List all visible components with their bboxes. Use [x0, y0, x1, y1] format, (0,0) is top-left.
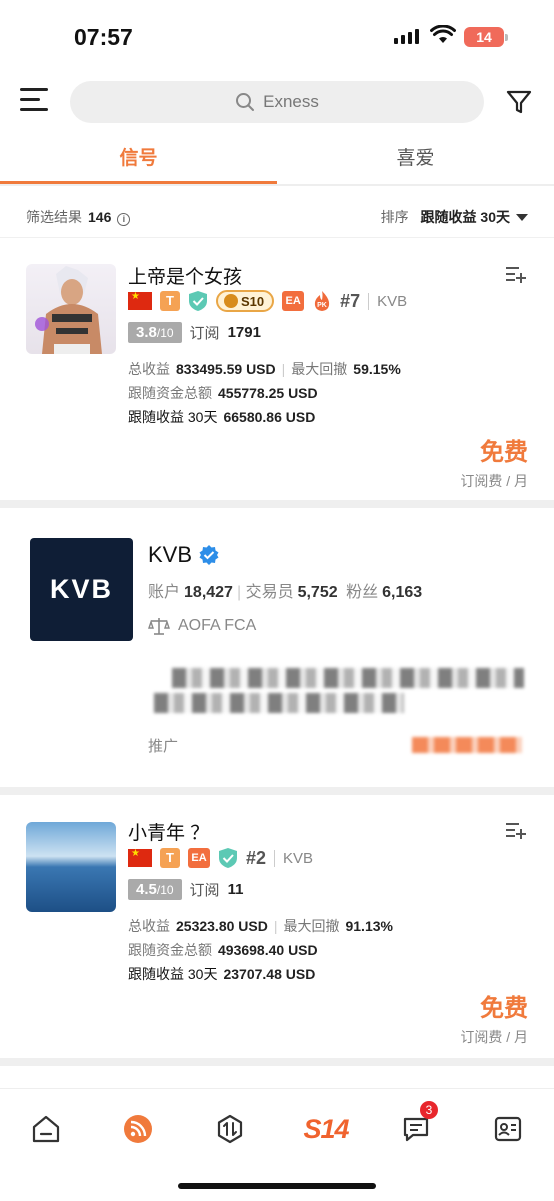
- filter-icon[interactable]: [505, 88, 533, 116]
- stats-block: 总收益 25323.80 USD | 最大回撤 91.13% 跟随资金总额 493698.…: [128, 918, 393, 982]
- level-badge: S10: [216, 290, 275, 312]
- verified-badge-icon: [199, 545, 219, 565]
- verified-shield-icon: [219, 848, 237, 868]
- info-icon[interactable]: i: [117, 212, 131, 226]
- status-time: 07:57: [74, 24, 133, 50]
- scale-icon: [148, 618, 170, 635]
- nav-home[interactable]: [26, 1111, 66, 1147]
- section-divider: [0, 787, 554, 795]
- search-icon: [236, 93, 255, 111]
- kvb-logo: KVB: [30, 538, 133, 641]
- ea-badge: EA: [282, 291, 305, 311]
- broker-label: KVB: [274, 849, 313, 867]
- tab-bar: 信号 喜爱: [0, 138, 554, 186]
- blurred-content: [172, 668, 524, 688]
- gem-icon: [224, 294, 238, 308]
- battery-indicator: 14: [464, 27, 508, 47]
- result-count: 筛选结果 146 i: [26, 207, 131, 227]
- promo-name: KVB: [148, 542, 220, 568]
- rating-row: 4.5/10 订阅 11: [128, 879, 243, 900]
- brand-logo: S14: [303, 1113, 349, 1144]
- rating-badge: 3.8/10: [128, 322, 182, 343]
- search-placeholder: Exness: [263, 92, 319, 111]
- price-value: 免费: [480, 995, 528, 1022]
- ea-badge: EA: [188, 848, 210, 868]
- broker-label: KVB: [368, 292, 407, 310]
- verified-shield-icon: [189, 291, 207, 311]
- section-divider: [0, 500, 554, 508]
- promo-stats: 账户 18,427 | 交易员 5,752 粉丝 6,163: [148, 584, 423, 601]
- trader-name[interactable]: 上帝是个女孩: [128, 262, 242, 289]
- character-portrait: [35, 266, 102, 354]
- rating-badge: 4.5/10: [128, 879, 182, 900]
- nav-brand[interactable]: S14: [296, 1111, 356, 1147]
- nav-trade[interactable]: [210, 1111, 250, 1147]
- price-block: 免费 订阅费 / 月: [460, 988, 528, 1047]
- nav-profile[interactable]: [488, 1111, 528, 1147]
- price-unit: 订阅费 / 月: [460, 473, 528, 489]
- trader-badge: T: [160, 848, 180, 868]
- avatar: [26, 264, 116, 354]
- blurred-link[interactable]: [412, 737, 522, 753]
- rank-label: #2: [246, 847, 267, 868]
- profile-card-icon: [494, 1116, 522, 1142]
- svg-text:PK: PK: [317, 302, 327, 309]
- badge-row: T S10 EA PK #7 KVB: [128, 290, 407, 312]
- sort-selector[interactable]: 排序 跟随收益 30天: [381, 207, 528, 227]
- search-bar[interactable]: Exness: [70, 81, 484, 123]
- china-flag-icon: [128, 848, 152, 867]
- trader-name[interactable]: 小青年 ？: [128, 818, 209, 845]
- add-to-list-icon[interactable]: [505, 820, 527, 840]
- tab-favorites[interactable]: 喜爱: [277, 138, 554, 184]
- stats-block: 总收益 833495.59 USD | 最大回撤 59.15% 跟随资金总额 455778…: [128, 361, 401, 425]
- tab-signals[interactable]: 信号: [0, 138, 277, 184]
- home-icon: [32, 1115, 60, 1143]
- promo-label: 推广: [148, 738, 179, 755]
- trader-badge: T: [160, 291, 180, 311]
- nav-signals[interactable]: [118, 1111, 158, 1147]
- avatar: [26, 822, 116, 912]
- chevron-down-icon: [516, 214, 528, 222]
- badge-row: T EA #2 KVB: [128, 847, 313, 869]
- price-value: 免费: [480, 439, 528, 466]
- result-bar: 筛选结果 146 i 排序 跟随收益 30天: [0, 196, 554, 238]
- pk-flame-icon: PK: [315, 291, 330, 311]
- regulators: AOFA FCA: [148, 616, 256, 636]
- price-block: 免费 订阅费 / 月: [460, 432, 528, 491]
- rating-row: 3.8/10 订阅 1791: [128, 322, 261, 343]
- section-divider: [0, 1058, 554, 1066]
- home-indicator: [178, 1183, 376, 1189]
- add-to-list-icon[interactable]: [505, 264, 527, 284]
- china-flag-icon: [128, 291, 152, 310]
- notification-badge: 3: [420, 1101, 438, 1119]
- nav-messages[interactable]: 3: [396, 1101, 438, 1147]
- trade-icon: [217, 1114, 243, 1144]
- wifi-icon: [430, 25, 456, 43]
- price-unit: 订阅费 / 月: [460, 1029, 528, 1045]
- cellular-signal-icon: [394, 29, 419, 44]
- rank-label: #7: [340, 290, 361, 311]
- menu-button[interactable]: [20, 88, 48, 114]
- blurred-content: [154, 693, 404, 713]
- status-bar: 07:57 14: [0, 0, 554, 72]
- signal-feed-icon: [124, 1115, 152, 1143]
